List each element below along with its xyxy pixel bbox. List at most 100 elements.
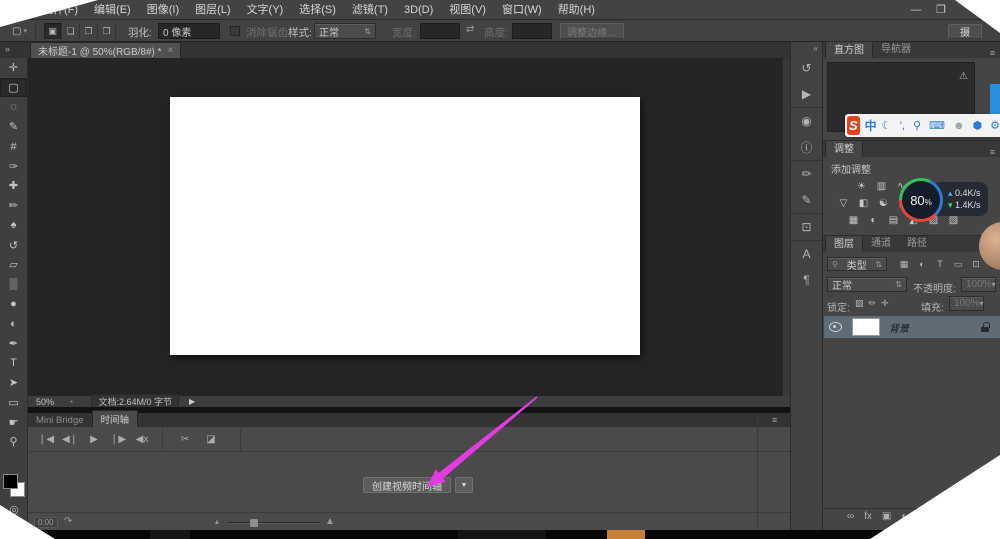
- tab-histogram[interactable]: 直方图: [825, 41, 873, 58]
- shape-tool[interactable]: ▭: [0, 393, 27, 413]
- ime-shape-mode-icon[interactable]: ☾: [882, 119, 892, 132]
- timeline-zoom-slider-thumb[interactable]: [250, 519, 258, 527]
- panel-history-icon[interactable]: ↺: [791, 55, 822, 81]
- adj-brightness-contrast-icon[interactable]: ☀: [853, 179, 870, 193]
- eyedropper-tool[interactable]: ✑: [0, 156, 27, 176]
- menu-image[interactable]: 图像(I): [139, 0, 187, 20]
- minimize-button[interactable]: —: [905, 2, 927, 17]
- adjustments-panel-menu-icon[interactable]: ≡: [990, 147, 1000, 157]
- zoom-level[interactable]: 50%: [36, 397, 54, 407]
- quick-mask-icon[interactable]: ◎: [6, 502, 22, 516]
- menu-layer[interactable]: 图层(L): [187, 0, 238, 20]
- layer-visibility-eye-icon[interactable]: [829, 322, 842, 332]
- dodge-tool[interactable]: ◐: [0, 314, 27, 334]
- play-icon[interactable]: ▶: [82, 429, 106, 449]
- gradient-tool[interactable]: ▒: [0, 275, 27, 295]
- adj-hue-saturation-icon[interactable]: ◧: [855, 196, 872, 210]
- menu-filter[interactable]: 滤镜(T): [344, 0, 396, 20]
- pen-tool[interactable]: ✒: [0, 334, 27, 354]
- adj-invert-icon[interactable]: ◐: [865, 213, 882, 227]
- audio-mute-icon[interactable]: ◀x: [130, 429, 154, 449]
- split-clip-icon[interactable]: ✂: [162, 429, 199, 449]
- hand-tool[interactable]: ☛: [0, 412, 27, 432]
- histogram-panel-menu-icon[interactable]: ≡: [990, 48, 1000, 58]
- eraser-tool[interactable]: ▱: [0, 255, 27, 275]
- tab-paths[interactable]: 路径: [899, 235, 935, 252]
- lasso-tool[interactable]: ◌: [0, 97, 27, 117]
- timeline-zoom-out-icon[interactable]: ▴: [215, 517, 219, 526]
- add-to-selection-icon[interactable]: ❏: [62, 23, 80, 39]
- width-input[interactable]: [420, 23, 460, 39]
- status-expand-icon[interactable]: ▶: [189, 397, 195, 406]
- new-selection-icon[interactable]: ▣: [44, 23, 62, 39]
- feather-input[interactable]: 0 像素: [158, 23, 220, 39]
- timeline-zoom-slider-track[interactable]: [228, 522, 320, 524]
- spot-healing-brush-tool[interactable]: ✚: [0, 176, 27, 196]
- transition-icon[interactable]: ◪: [199, 429, 223, 449]
- ime-punctuation-icon[interactable]: ’,: [899, 120, 905, 132]
- filter-smart-objects-icon[interactable]: ⊡: [969, 257, 983, 271]
- menu-type[interactable]: 文字(Y): [239, 0, 292, 20]
- menu-select[interactable]: 选择(S): [291, 0, 344, 20]
- create-video-timeline-button[interactable]: 创建视频时间轴: [363, 477, 451, 493]
- new-group-icon[interactable]: ▤: [917, 511, 926, 522]
- ime-mode-toggle[interactable]: 中: [865, 117, 877, 134]
- render-video-icon[interactable]: ↷: [64, 516, 72, 527]
- first-frame-icon[interactable]: ❘◀: [34, 429, 58, 449]
- path-selection-tool[interactable]: ➤: [0, 373, 27, 393]
- panel-brush-presets-icon[interactable]: ✎: [791, 187, 822, 213]
- new-adjustment-layer-icon[interactable]: ◐: [901, 511, 907, 522]
- filter-shape-layers-icon[interactable]: ▭: [951, 257, 965, 271]
- dock-collapse-icon[interactable]: «: [791, 42, 822, 55]
- ime-skin-icon[interactable]: ☻: [953, 120, 965, 132]
- ime-settings-icon[interactable]: ⚙: [990, 119, 1000, 132]
- timeline-zoom-in-icon[interactable]: ▲: [325, 516, 335, 527]
- opacity-select[interactable]: 100% ▾: [961, 277, 996, 292]
- panel-properties-icon[interactable]: ◉: [791, 107, 822, 134]
- tab-adjustments[interactable]: 调整: [825, 140, 863, 157]
- tab-channels[interactable]: 通道: [863, 235, 899, 252]
- panel-brush-icon[interactable]: ✏: [791, 160, 822, 187]
- blur-tool[interactable]: ●: [0, 294, 27, 314]
- panel-info-icon[interactable]: ⓘ: [791, 134, 822, 160]
- panel-actions-icon[interactable]: ▶: [791, 81, 822, 107]
- timeline-panel-menu-icon[interactable]: ≡: [772, 415, 777, 425]
- tab-timeline[interactable]: 时间轴: [91, 410, 139, 427]
- blend-mode-select[interactable]: 正常 ⇅: [827, 277, 907, 292]
- ime-wardrobe-icon[interactable]: ⬢: [973, 119, 983, 132]
- layer-filter-kind-select[interactable]: ⚲ 类型 ⇅: [827, 257, 887, 272]
- height-input[interactable]: [512, 23, 552, 39]
- panel-character-icon[interactable]: A: [791, 240, 822, 267]
- tool-preset-picker[interactable]: ▢ ▾: [4, 23, 36, 39]
- adj-color-balance-icon[interactable]: ☯: [875, 196, 892, 210]
- adj-vibrance-icon[interactable]: ▽: [835, 196, 852, 210]
- rectangular-marquee-tool[interactable]: ▢: [0, 77, 27, 98]
- document-tab[interactable]: 未标题-1 @ 50%(RGB/8#) * ×: [30, 42, 182, 58]
- timeline-dropdown-button[interactable]: ▼: [455, 477, 473, 493]
- toolbar-collapse-icon[interactable]: »: [5, 44, 10, 54]
- filter-type-layers-icon[interactable]: T: [933, 257, 947, 271]
- layer-thumbnail[interactable]: [852, 318, 880, 336]
- vertical-scrollbar[interactable]: [782, 58, 790, 396]
- filter-pixel-layers-icon[interactable]: ▦: [897, 257, 911, 271]
- lock-position-icon[interactable]: ✛: [881, 298, 889, 309]
- swap-dimensions-icon[interactable]: ⇄: [466, 24, 474, 35]
- subtract-from-selection-icon[interactable]: ❐: [80, 23, 98, 39]
- menu-view[interactable]: 视图(V): [441, 0, 494, 20]
- filter-adjustment-layers-icon[interactable]: ◐: [915, 257, 929, 271]
- adj-color-lookup-icon[interactable]: ▦: [845, 213, 862, 227]
- lock-pixels-icon[interactable]: ✏: [869, 298, 877, 309]
- crop-tool[interactable]: #: [0, 137, 27, 157]
- document-canvas[interactable]: [170, 97, 640, 355]
- ime-keyboard-icon[interactable]: ⌨: [929, 119, 945, 132]
- menu-file[interactable]: 文件(F): [34, 0, 86, 20]
- layer-row-background[interactable]: 背景: [824, 316, 1000, 338]
- menu-window[interactable]: 窗口(W): [494, 0, 550, 20]
- previous-frame-icon[interactable]: ◀❘: [58, 429, 82, 449]
- taskbar-active-item[interactable]: [607, 530, 645, 539]
- next-frame-icon[interactable]: ❘▶: [106, 429, 130, 449]
- speed-ball-widget[interactable]: 80%: [899, 178, 943, 222]
- history-brush-tool[interactable]: ↺: [0, 235, 27, 255]
- type-tool[interactable]: T: [0, 353, 27, 373]
- panel-paragraph-icon[interactable]: ¶: [791, 267, 822, 293]
